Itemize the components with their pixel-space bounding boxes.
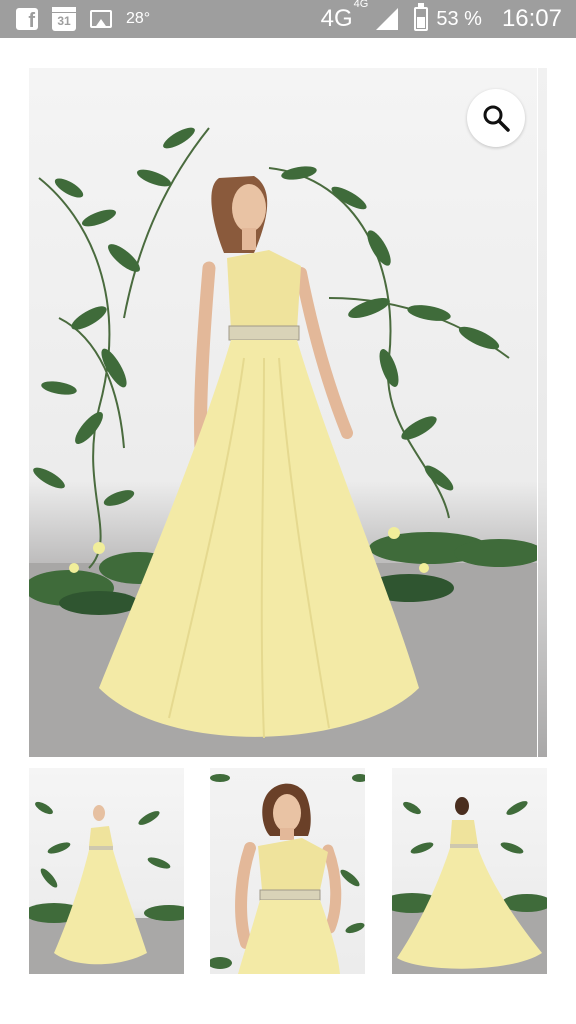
status-bar: f 31 28° 4G4G 53 % 16:07 (0, 0, 576, 38)
thumbnail-1[interactable] (29, 768, 184, 974)
thumbnail-3-art (392, 797, 547, 974)
next-image-peek[interactable] (538, 68, 547, 757)
thumbnail-2[interactable] (210, 768, 365, 974)
main-product-image[interactable] (29, 68, 537, 757)
clock: 16:07 (501, 5, 562, 32)
battery-fill (417, 17, 426, 28)
status-bar-right: 4G4G 53 % 16:07 (320, 0, 562, 34)
magnifier-icon (483, 105, 510, 132)
network-label: 4G (320, 5, 353, 32)
calendar-icon: 31 (52, 7, 76, 31)
gallery-notification-icon (90, 10, 112, 28)
network-small-label: 4G (353, 0, 369, 10)
status-bar-left: f 31 28° (16, 7, 151, 32)
thumbnail-2-art (210, 774, 365, 974)
calendar-day: 31 (57, 14, 71, 28)
model-figure (99, 176, 419, 739)
zoom-button[interactable] (467, 89, 525, 147)
facebook-icon: f (16, 8, 38, 32)
thumbnail-3[interactable] (392, 768, 547, 974)
battery-percent: 53 % (436, 7, 482, 30)
main-photo-art (29, 127, 537, 757)
battery-icon (414, 3, 429, 31)
network-type: 4G4G (320, 0, 369, 33)
weather-temperature: 28° (126, 10, 151, 27)
thumbnail-1-art (29, 801, 184, 974)
signal-icon (376, 8, 399, 30)
